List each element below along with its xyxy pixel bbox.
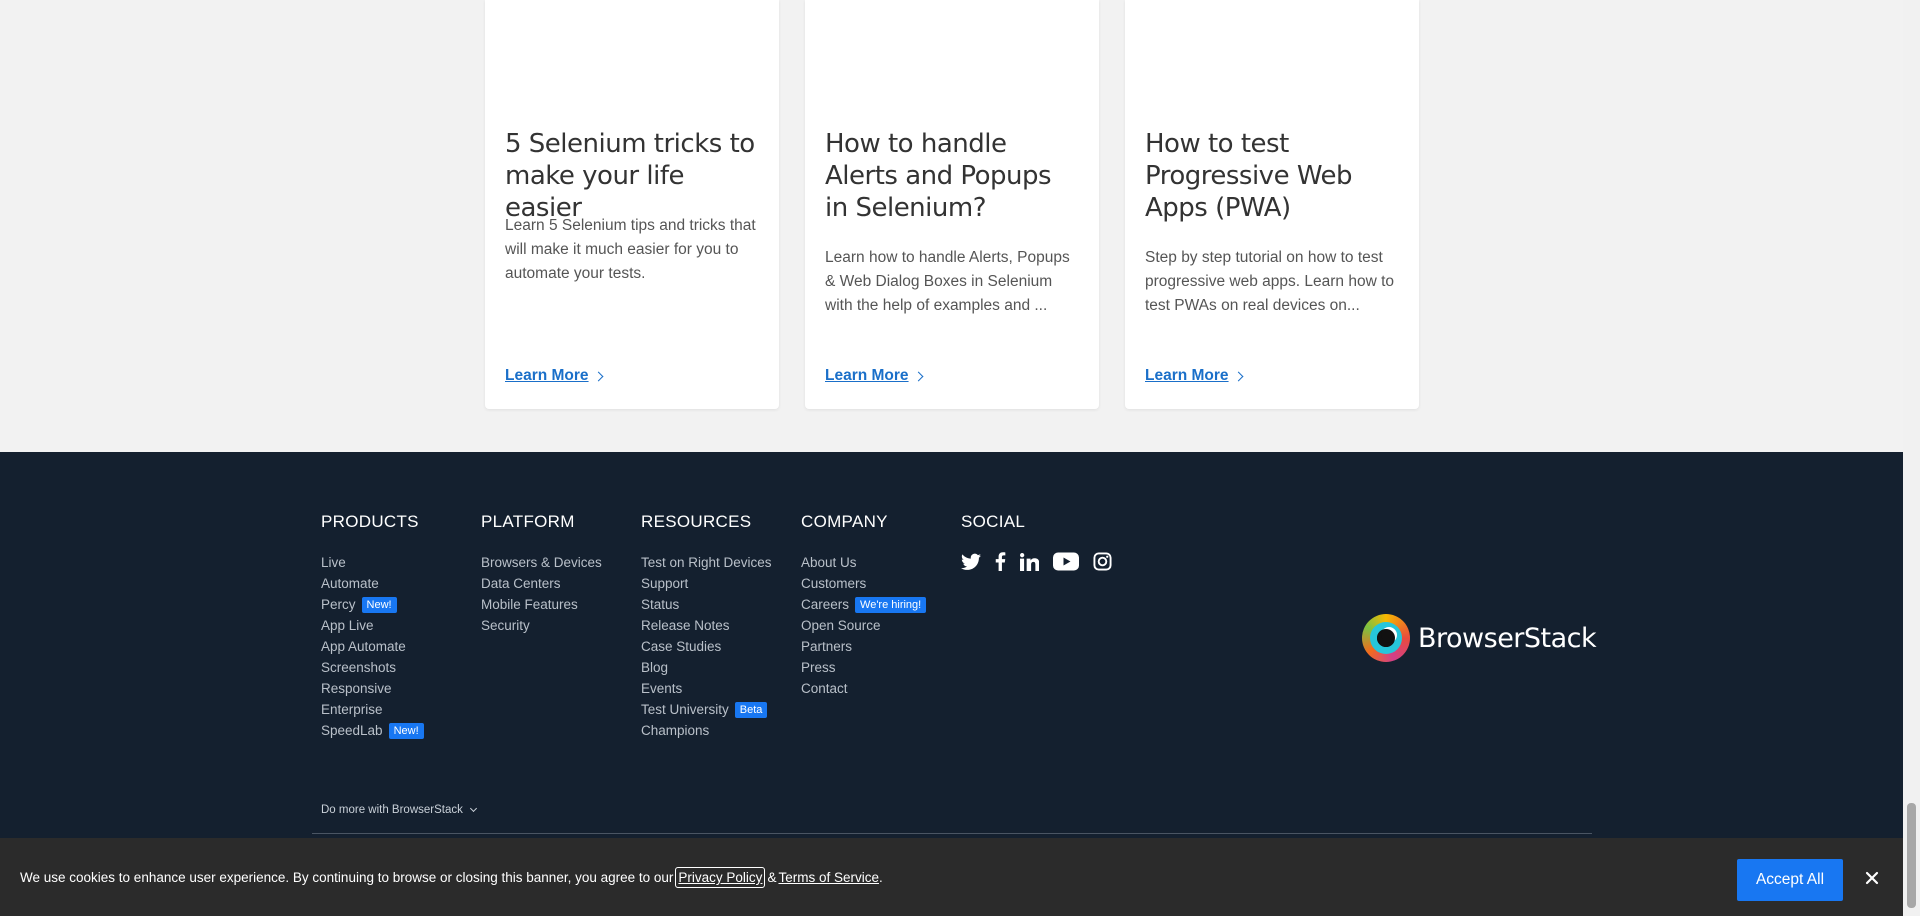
- footer-col-products: PRODUCTS Live Automate Percy New! App Liv…: [321, 512, 424, 741]
- scrollbar-thumb[interactable]: [1907, 803, 1916, 908]
- footer-link-live[interactable]: Live: [321, 552, 424, 573]
- articles-section: 5 Selenium tricks to make your life easi…: [0, 0, 1903, 452]
- footer-link-responsive[interactable]: Responsive: [321, 678, 424, 699]
- footer-col-resources: RESOURCES Test on Right Devices Support …: [641, 512, 772, 741]
- footer-heading: COMPANY: [801, 512, 888, 531]
- facebook-icon[interactable]: [995, 552, 1006, 571]
- hiring-badge: We're hiring!: [855, 596, 927, 613]
- footer-divider: [312, 833, 1592, 834]
- chevron-right-icon: [1233, 371, 1244, 381]
- footer-col-company: COMPANY About Us Customers Careers We're …: [801, 512, 927, 699]
- article-description: Learn 5 Selenium tips and tricks that wi…: [505, 217, 756, 282]
- browserstack-logo[interactable]: BrowserStack: [1362, 614, 1597, 662]
- cookie-message: We use cookies to enhance user experienc…: [20, 867, 883, 888]
- footer-heading: RESOURCES: [641, 512, 752, 531]
- cookie-banner: We use cookies to enhance user experienc…: [0, 838, 1903, 916]
- do-more-label: Do more with BrowserStack: [321, 804, 463, 816]
- footer-link-champions[interactable]: Champions: [641, 720, 772, 741]
- article-title: How to test Progressive Web Apps (PWA): [1145, 129, 1353, 223]
- footer-link-customers[interactable]: Customers: [801, 573, 926, 594]
- linkedin-icon[interactable]: [1020, 552, 1039, 571]
- learn-more-label: Learn More: [825, 367, 909, 384]
- article-description: Step by step tutorial on how to test pro…: [1145, 249, 1395, 314]
- do-more-dropdown[interactable]: Do more with BrowserStack: [321, 804, 477, 816]
- footer-link-data-centers[interactable]: Data Centers: [481, 573, 602, 594]
- footer-link-support[interactable]: Support: [641, 573, 772, 594]
- logo-text: BrowserStack: [1418, 622, 1597, 654]
- footer-heading: SOCIAL: [961, 512, 1026, 531]
- footer-link-case-studies[interactable]: Case Studies: [641, 636, 772, 657]
- terms-of-service-link[interactable]: Terms of Service: [778, 870, 879, 885]
- page-scrollbar[interactable]: [1903, 0, 1920, 916]
- accept-all-button[interactable]: Accept All: [1737, 859, 1843, 901]
- article-card: 5 Selenium tricks to make your life easi…: [485, 0, 779, 409]
- beta-badge: Beta: [734, 701, 768, 718]
- footer-link-test-university[interactable]: Test University Beta: [641, 699, 772, 720]
- footer-link-open-source[interactable]: Open Source: [801, 615, 926, 636]
- footer-link-partners[interactable]: Partners: [801, 636, 926, 657]
- footer-heading: PRODUCTS: [321, 512, 419, 531]
- article-card: How to test Progressive Web Apps (PWA) S…: [1125, 0, 1419, 409]
- footer-link-percy[interactable]: Percy New!: [321, 594, 424, 615]
- new-badge: New!: [361, 596, 397, 613]
- footer-link-status[interactable]: Status: [641, 594, 772, 615]
- chevron-right-icon: [913, 371, 924, 381]
- footer-link-security[interactable]: Security: [481, 615, 602, 636]
- footer-link-about-us[interactable]: About Us: [801, 552, 926, 573]
- article-title: How to handle Alerts and Popups in Selen…: [825, 129, 1052, 223]
- cookie-text: We use cookies to enhance user experienc…: [20, 870, 674, 885]
- footer-link-app-live[interactable]: App Live: [321, 615, 424, 636]
- footer-link-screenshots[interactable]: Screenshots: [321, 657, 424, 678]
- chevron-right-icon: [593, 371, 604, 381]
- browserstack-logo-icon: [1362, 614, 1410, 662]
- youtube-icon[interactable]: [1053, 552, 1079, 571]
- ampersand: &: [767, 870, 777, 885]
- article-card: How to handle Alerts and Popups in Selen…: [805, 0, 1099, 409]
- footer-link-blog[interactable]: Blog: [641, 657, 772, 678]
- footer-link-app-automate[interactable]: App Automate: [321, 636, 424, 657]
- article-title: 5 Selenium tricks to make your life easi…: [505, 129, 755, 223]
- twitter-icon[interactable]: [961, 553, 981, 571]
- footer-col-social: SOCIAL: [961, 512, 1112, 571]
- footer-link-careers[interactable]: Careers We're hiring!: [801, 594, 927, 615]
- new-badge: New!: [388, 722, 424, 739]
- article-description: Learn how to handle Alerts, Popups & Web…: [825, 249, 1070, 314]
- footer-link-events[interactable]: Events: [641, 678, 772, 699]
- footer-link-speedlab[interactable]: SpeedLab New!: [321, 720, 424, 741]
- footer-link-contact[interactable]: Contact: [801, 678, 926, 699]
- instagram-icon[interactable]: [1093, 552, 1112, 571]
- learn-more-label: Learn More: [505, 367, 589, 384]
- learn-more-label: Learn More: [1145, 367, 1229, 384]
- footer-link-test-on-right-devices[interactable]: Test on Right Devices: [641, 552, 772, 573]
- footer-col-platform: PLATFORM Browsers & Devices Data Centers…: [481, 512, 602, 636]
- footer-link-automate[interactable]: Automate: [321, 573, 424, 594]
- learn-more-link[interactable]: Learn More: [825, 367, 924, 385]
- learn-more-link[interactable]: Learn More: [1145, 367, 1244, 385]
- footer-link-enterprise[interactable]: Enterprise: [321, 699, 424, 720]
- footer-link-browsers-devices[interactable]: Browsers & Devices: [481, 552, 602, 573]
- privacy-policy-link[interactable]: Privacy Policy: [675, 867, 766, 888]
- period: .: [878, 870, 883, 885]
- footer-link-press[interactable]: Press: [801, 657, 926, 678]
- footer-heading: PLATFORM: [481, 512, 575, 531]
- footer-link-mobile-features[interactable]: Mobile Features: [481, 594, 602, 615]
- chevron-down-icon: [469, 804, 477, 813]
- footer-link-release-notes[interactable]: Release Notes: [641, 615, 772, 636]
- close-icon[interactable]: [1862, 868, 1882, 888]
- learn-more-link[interactable]: Learn More: [505, 367, 604, 385]
